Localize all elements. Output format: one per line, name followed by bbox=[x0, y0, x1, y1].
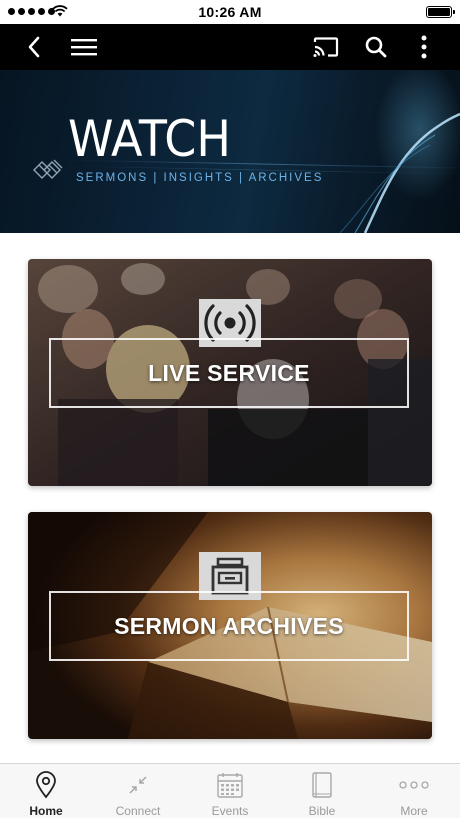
sermon-archives-card[interactable]: SERMON ARCHIVES bbox=[28, 512, 432, 739]
tab-bar: Home Connect Events Bible More bbox=[0, 763, 460, 818]
search-button[interactable] bbox=[356, 24, 396, 70]
tab-home[interactable]: Home bbox=[0, 764, 92, 818]
tab-events-label: Events bbox=[211, 804, 249, 818]
collapse-arrows-icon bbox=[129, 776, 147, 794]
calendar-icon bbox=[217, 773, 243, 798]
chevron-left-icon bbox=[28, 36, 40, 58]
horizontal-dots-icon bbox=[399, 781, 429, 789]
watch-banner: WATCH SERMONS | INSIGHTS | ARCHIVES bbox=[0, 70, 460, 233]
book-icon bbox=[312, 772, 332, 798]
battery-icon bbox=[426, 6, 455, 18]
search-icon bbox=[365, 36, 387, 58]
tab-connect-label: Connect bbox=[115, 804, 161, 818]
cast-button[interactable] bbox=[306, 24, 346, 70]
banner-title: WATCH bbox=[68, 110, 231, 168]
tab-bible[interactable]: Bible bbox=[276, 764, 368, 818]
live-service-frame: LIVE SERVICE bbox=[49, 338, 409, 408]
more-options-button[interactable] bbox=[404, 24, 444, 70]
status-bar: 10:26 AM bbox=[0, 0, 460, 24]
status-time: 10:26 AM bbox=[198, 4, 262, 20]
back-button[interactable] bbox=[14, 24, 54, 70]
menu-button[interactable] bbox=[64, 24, 104, 70]
live-service-card[interactable]: LIVE SERVICE bbox=[28, 259, 432, 486]
nav-bar bbox=[0, 24, 460, 70]
tab-events[interactable]: Events bbox=[184, 764, 276, 818]
live-service-label: LIVE SERVICE bbox=[148, 359, 310, 386]
tab-more-label: More bbox=[400, 804, 428, 818]
vertical-dots-icon bbox=[421, 35, 427, 59]
tab-home-label: Home bbox=[29, 804, 63, 818]
map-pin-icon bbox=[36, 771, 56, 799]
sermon-archives-label: SERMON ARCHIVES bbox=[114, 612, 344, 639]
tab-connect[interactable]: Connect bbox=[92, 764, 184, 818]
hamburger-menu-icon bbox=[71, 39, 97, 56]
sermon-archives-frame: SERMON ARCHIVES bbox=[49, 591, 409, 661]
banner-subtitle: SERMONS | INSIGHTS | ARCHIVES bbox=[76, 172, 324, 184]
tab-more[interactable]: More bbox=[368, 764, 460, 818]
church-logo bbox=[33, 159, 63, 179]
cast-icon bbox=[313, 37, 339, 57]
tab-bible-label: Bible bbox=[308, 804, 336, 818]
